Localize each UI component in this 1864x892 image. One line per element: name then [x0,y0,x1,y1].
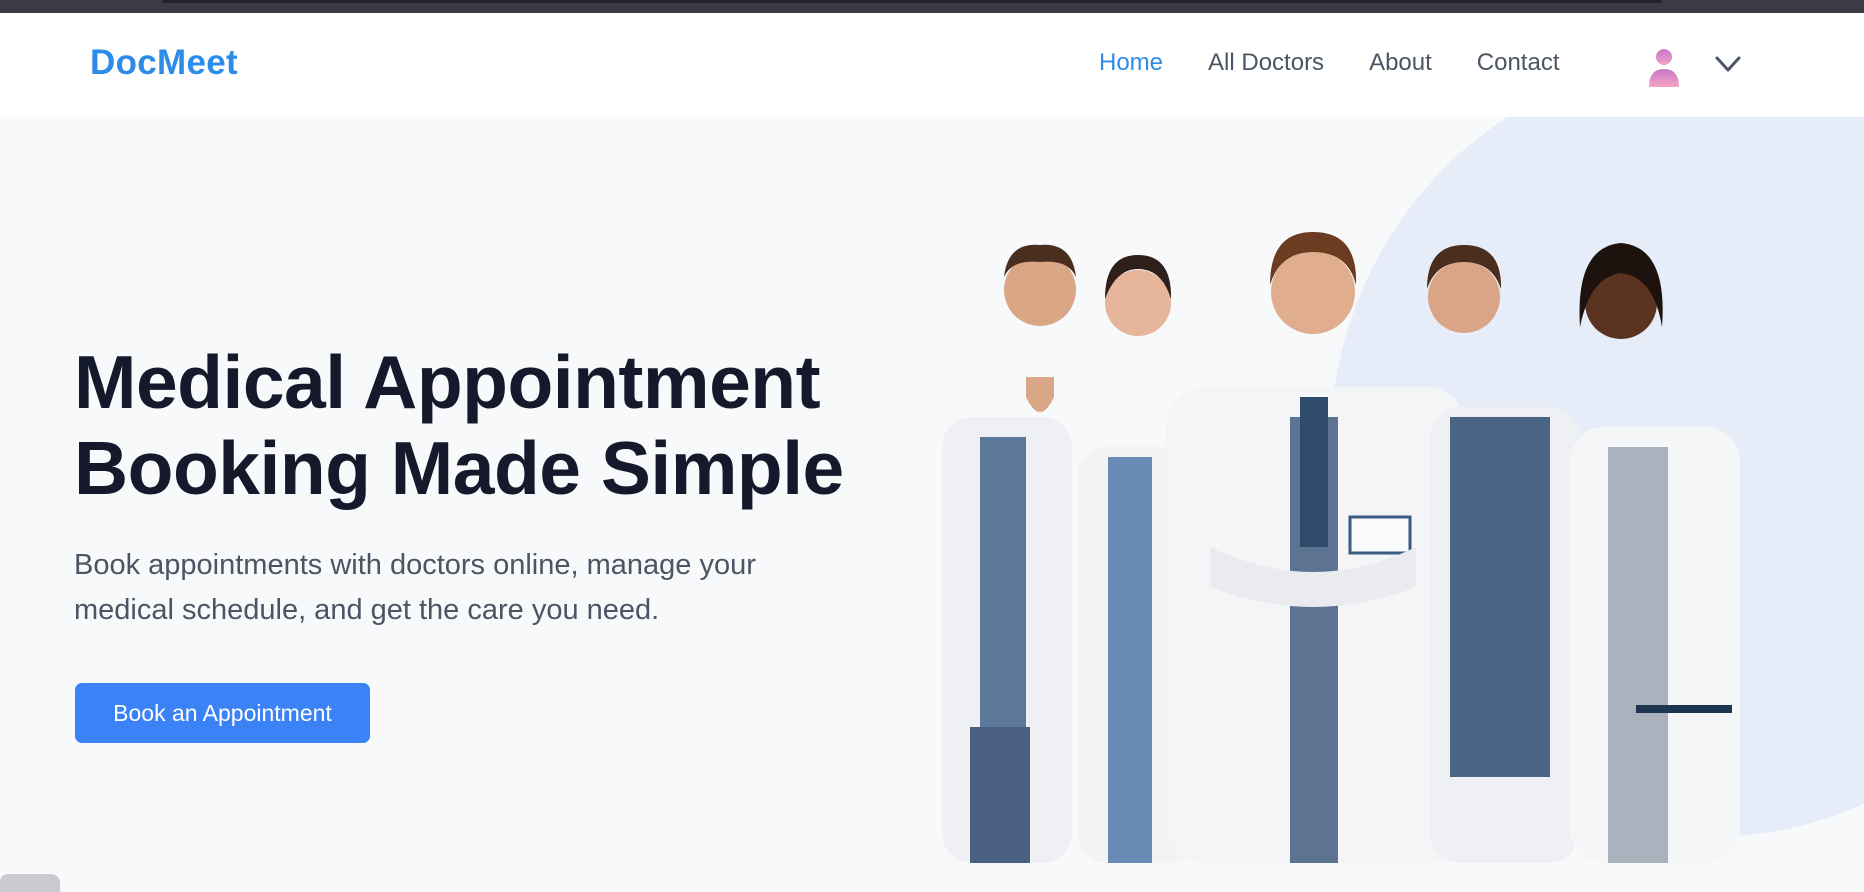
book-appointment-button[interactable]: Book an Appointment [75,683,370,743]
hero-headline-line-2: Booking Made Simple [74,426,844,510]
hero-subtitle-line-1: Book appointments with doctors online, m… [74,549,756,581]
hero-subtitle: Book appointments with doctors online, m… [74,543,874,633]
doctor-figure-1 [942,244,1076,863]
chevron-down-icon[interactable] [1714,53,1742,75]
doctor-figure-3 [1166,232,1466,863]
nav-links: Home All Doctors About Contact [1099,49,1605,77]
scrollbar-corner[interactable] [0,872,64,892]
nav-link-home[interactable]: Home [1099,49,1163,77]
browser-top-bar-strip [162,0,1662,3]
nav-link-all-doctors[interactable]: All Doctors [1208,49,1324,77]
hero-section: Medical Appointment Booking Made Simple … [0,117,1864,892]
doctor-figure-4 [1427,245,1580,863]
doctor-figure-5 [1570,243,1740,863]
browser-top-bar [0,0,1864,13]
doctors-group-image [930,207,1760,863]
navbar: DocMeet Home All Doctors About Contact [0,13,1864,117]
hero-headline: Medical Appointment Booking Made Simple [74,339,894,511]
nav-link-about[interactable]: About [1369,49,1432,77]
hero-subtitle-line-2: medical schedule, and get the care you n… [74,594,660,626]
nav-link-contact[interactable]: Contact [1477,49,1560,77]
hero-headline-line-1: Medical Appointment [74,340,821,424]
user-avatar-icon[interactable] [1647,47,1681,87]
brand-logo[interactable]: DocMeet [90,43,238,83]
